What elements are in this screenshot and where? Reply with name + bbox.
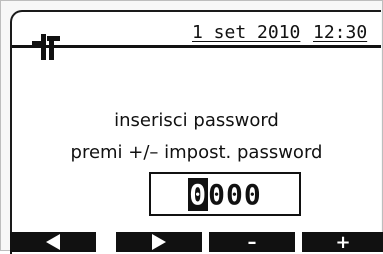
minus-button[interactable]: – bbox=[209, 231, 295, 253]
password-field[interactable]: 0000 bbox=[149, 172, 301, 216]
right-arrow-icon bbox=[152, 234, 166, 250]
device-frame: 1 set 2010 12:30 inserisci password prem… bbox=[0, 0, 383, 254]
left-button[interactable] bbox=[10, 232, 96, 252]
softkey-bar: – + bbox=[1, 231, 383, 253]
minus-label: – bbox=[247, 231, 257, 253]
remaining-digits: 000 bbox=[208, 177, 262, 211]
left-arrow-icon bbox=[46, 234, 60, 250]
lcd-screen: 1 set 2010 12:30 inserisci password prem… bbox=[10, 10, 381, 254]
right-button[interactable] bbox=[116, 232, 202, 252]
password-digits: 0000 bbox=[188, 177, 262, 211]
active-digit[interactable]: 0 bbox=[188, 177, 209, 211]
prompt-line-2: premi +/– impost. password bbox=[70, 142, 323, 163]
date-display: 1 set 2010 bbox=[192, 22, 301, 43]
prompt-line-1: inserisci password bbox=[114, 110, 279, 131]
header-divider bbox=[12, 45, 381, 48]
plus-button[interactable]: + bbox=[302, 231, 383, 253]
time-display: 12:30 bbox=[313, 22, 368, 43]
plus-label: + bbox=[335, 231, 351, 253]
